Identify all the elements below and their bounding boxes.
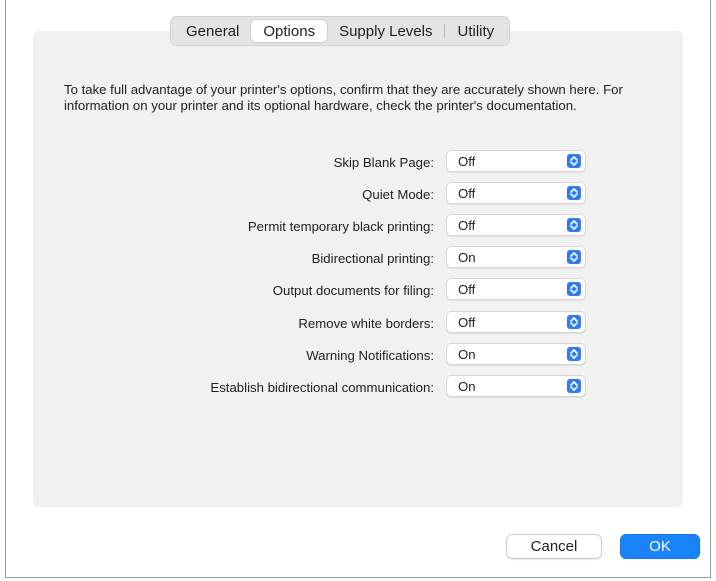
select-value: Off <box>458 281 476 297</box>
option-label: Permit temporary black printing: <box>247 218 434 234</box>
option-label: Establish bidirectional communication: <box>210 379 434 395</box>
option-row-skip-blank-page: Skip Blank Page: Off <box>6 150 712 174</box>
chevron-up-down-icon <box>567 218 581 232</box>
warning-notifications-select[interactable]: On <box>446 343 586 365</box>
tab-utility[interactable]: Utility <box>445 20 506 42</box>
option-row-remove-white-borders: Remove white borders: Off <box>6 311 712 335</box>
output-documents-for-filing-select[interactable]: Off <box>446 278 586 300</box>
option-label: Output documents for filing: <box>272 282 434 298</box>
option-row-output-documents-for-filing: Output documents for filing: Off <box>6 278 712 302</box>
option-row-quiet-mode: Quiet Mode: Off <box>6 182 712 206</box>
permit-temporary-black-printing-select[interactable]: Off <box>446 214 586 236</box>
option-row-bidirectional-printing: Bidirectional printing: On <box>6 246 712 270</box>
printer-options-dialog: General Options Supply Levels Utility To… <box>5 0 711 578</box>
chevron-up-down-icon <box>567 282 581 296</box>
quiet-mode-select[interactable]: Off <box>446 182 586 204</box>
option-row-permit-temporary-black-printing: Permit temporary black printing: Off <box>6 214 712 238</box>
select-value: On <box>458 378 476 394</box>
option-label: Skip Blank Page: <box>333 154 434 170</box>
bidirectional-printing-select[interactable]: On <box>446 246 586 268</box>
tab-general[interactable]: General <box>174 20 251 42</box>
chevron-up-down-icon <box>567 186 581 200</box>
chevron-up-down-icon <box>567 250 581 264</box>
chevron-up-down-icon <box>567 154 581 168</box>
option-label: Warning Notifications: <box>306 347 434 363</box>
ok-button[interactable]: OK <box>620 534 700 559</box>
select-value: Off <box>458 314 476 330</box>
select-value: Off <box>458 153 476 169</box>
chevron-up-down-icon <box>567 379 581 393</box>
tab-bar: General Options Supply Levels Utility <box>170 16 511 46</box>
options-description: To take full advantage of your printer's… <box>64 82 623 113</box>
option-row-establish-bidirectional-communication: Establish bidirectional communication: O… <box>6 375 712 399</box>
select-value: On <box>458 249 476 265</box>
select-value: Off <box>458 217 476 233</box>
option-row-warning-notifications: Warning Notifications: On <box>6 343 712 367</box>
select-value: On <box>458 346 476 362</box>
option-label: Quiet Mode: <box>362 186 434 202</box>
establish-bidirectional-communication-select[interactable]: On <box>446 375 586 397</box>
skip-blank-page-select[interactable]: Off <box>446 150 586 172</box>
option-label: Remove white borders: <box>298 315 434 331</box>
option-label: Bidirectional printing: <box>311 250 434 266</box>
remove-white-borders-select[interactable]: Off <box>446 311 586 333</box>
chevron-up-down-icon <box>567 315 581 329</box>
tab-supply-levels[interactable]: Supply Levels <box>327 20 444 42</box>
chevron-up-down-icon <box>567 347 581 361</box>
tab-options[interactable]: Options <box>251 20 328 42</box>
select-value: Off <box>458 185 476 201</box>
cancel-button[interactable]: Cancel <box>506 534 602 559</box>
